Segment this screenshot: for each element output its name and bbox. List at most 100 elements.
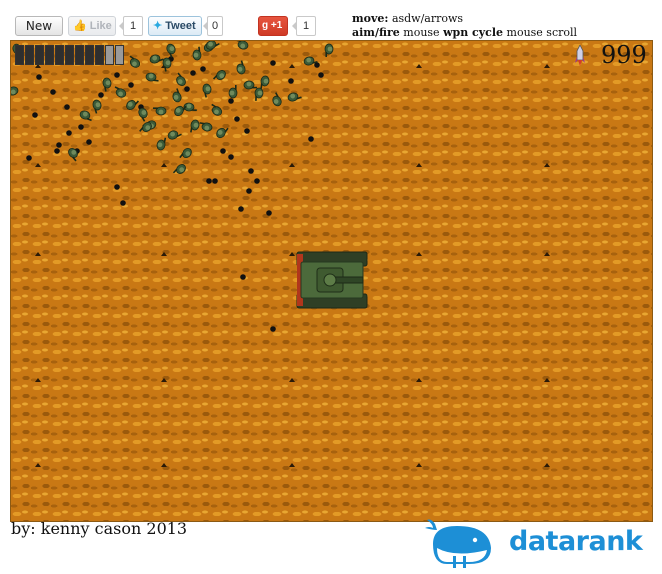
aim-key: aim/fire	[352, 26, 400, 39]
enemy-soldier	[114, 86, 127, 98]
bullet	[266, 210, 272, 216]
enemy-soldier	[199, 122, 213, 132]
ground-mark	[289, 64, 295, 68]
enemy-soldier	[324, 43, 334, 57]
google-plus-button[interactable]: g +1	[258, 16, 288, 36]
bullet	[114, 72, 120, 78]
enemy-soldier	[156, 137, 167, 151]
enemy-soldier	[92, 99, 102, 114]
health-segment	[115, 45, 124, 65]
bullet	[318, 72, 324, 78]
bullet	[228, 98, 234, 104]
bullet	[228, 154, 234, 160]
tweet-count: 0	[203, 16, 223, 36]
ground-mark	[544, 378, 550, 382]
ground-mark	[544, 64, 550, 68]
tweet-button[interactable]: ✦ Tweet	[148, 16, 202, 36]
new-game-button[interactable]: New	[15, 16, 63, 36]
bullet	[64, 104, 70, 110]
health-segment	[55, 45, 64, 65]
bullet	[270, 60, 276, 66]
ground-mark	[416, 378, 422, 382]
weapon-cycle-key: wpn cycle	[443, 26, 504, 39]
bullet	[128, 82, 134, 88]
enemy-soldier	[129, 55, 141, 68]
bullet	[86, 139, 92, 145]
health-segment	[45, 45, 54, 65]
ground-mark	[289, 378, 295, 382]
ground-mark	[416, 252, 422, 256]
health-segment	[105, 45, 114, 65]
ground-mark	[161, 252, 167, 256]
enemy-soldier	[167, 130, 182, 140]
ground-mark	[544, 163, 550, 167]
enemy-soldier	[228, 85, 238, 99]
twitter-bird-icon: ✦	[153, 20, 163, 32]
enemy-soldier	[192, 46, 202, 61]
ammo-count: 999	[601, 41, 647, 69]
ground-mark	[35, 252, 41, 256]
controls-help: move: asdw/arrows aim/fire mouse wpn cyc…	[352, 12, 577, 40]
enemy-soldier	[68, 147, 78, 162]
health-segment	[95, 45, 104, 65]
bullet	[246, 188, 252, 194]
plus-count: 1	[292, 16, 316, 36]
enemy-soldier	[102, 77, 112, 92]
bullet	[120, 200, 126, 206]
enemy-soldier	[176, 72, 186, 87]
bullet	[234, 116, 240, 122]
bullet	[184, 86, 190, 92]
enemy-soldier	[179, 147, 192, 159]
ground-mark	[161, 463, 167, 467]
ground-mark	[416, 64, 422, 68]
ground-mark	[161, 163, 167, 167]
brand-name: datarank	[509, 526, 643, 557]
thumbs-up-icon: 👍	[73, 20, 87, 32]
bullet	[212, 178, 218, 184]
enemy-soldier	[272, 92, 282, 107]
health-segment	[65, 45, 74, 65]
ground-mark	[161, 378, 167, 382]
bullet	[26, 155, 32, 161]
enemy-soldier	[126, 100, 140, 110]
health-segment	[35, 45, 44, 65]
move-key: move:	[352, 12, 389, 25]
enemy-soldier	[172, 88, 182, 103]
bullet	[114, 184, 120, 190]
bullet	[288, 78, 294, 84]
bullet	[98, 92, 104, 98]
enemy-soldier	[153, 106, 167, 116]
bullet	[190, 70, 196, 76]
bullet	[200, 66, 206, 72]
aim-value: mouse	[403, 26, 440, 39]
ground-mark	[544, 463, 550, 467]
facebook-like-button[interactable]: 👍 Like	[68, 16, 116, 36]
enemy-soldier	[212, 70, 226, 80]
bullet	[50, 89, 56, 95]
enemy-soldier	[172, 164, 186, 174]
whale-icon	[425, 519, 491, 568]
enemy-soldier	[166, 43, 176, 58]
plus-label: +1	[270, 20, 283, 31]
enemy-soldier	[11, 86, 19, 96]
enemy-soldier	[216, 127, 229, 139]
bullet	[244, 128, 250, 134]
top-bar: New 👍 Like 1 ✦ Tweet 0 g +1 1 move: asdw…	[0, 0, 662, 40]
game-canvas[interactable]: 999	[10, 40, 653, 522]
bullet	[220, 148, 226, 154]
bullet	[32, 112, 38, 118]
enemy-soldier	[79, 110, 92, 122]
google-plus-icon: g	[262, 20, 269, 31]
ground-mark	[289, 463, 295, 467]
bullet	[270, 326, 276, 332]
tweet-label: Tweet	[165, 20, 196, 32]
bullet	[240, 274, 246, 280]
enemy-soldier	[149, 54, 164, 64]
bullet	[66, 130, 72, 136]
bullet	[308, 136, 314, 142]
datarank-logo[interactable]: datarank	[425, 518, 655, 570]
bullet	[238, 206, 244, 212]
enemy-soldier	[287, 92, 302, 102]
enemy-soldier	[236, 60, 246, 75]
bullet	[56, 142, 62, 148]
